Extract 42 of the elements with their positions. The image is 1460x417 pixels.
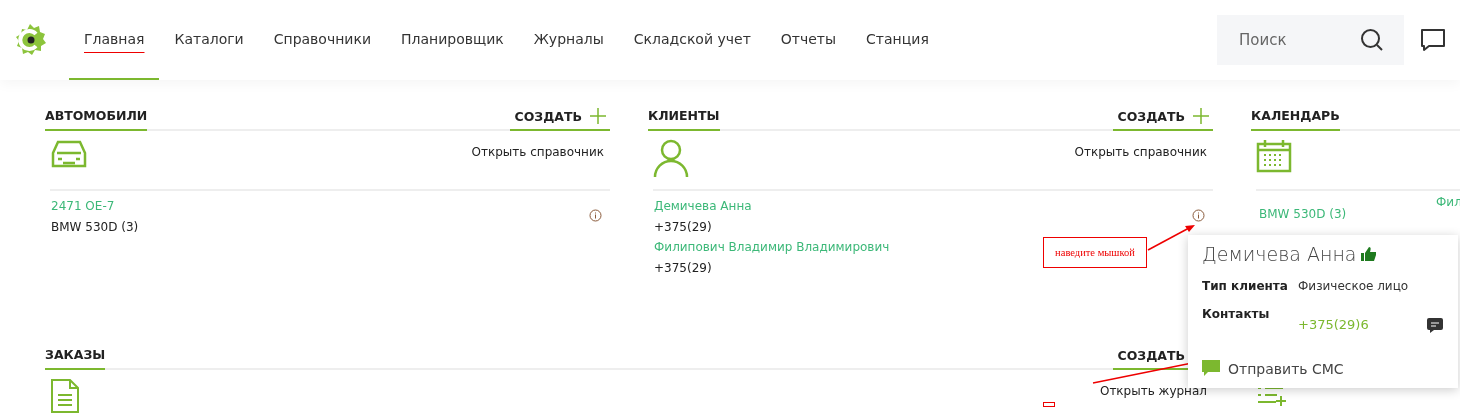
nav-tab[interactable]: Планировщик [386, 0, 519, 80]
info-icon[interactable] [589, 209, 602, 222]
nav-tab[interactable]: Главная [69, 0, 160, 80]
open-journal-link[interactable]: Открыть журнал [1099, 384, 1207, 417]
section-title: АВТОМОБИЛИ [45, 108, 148, 131]
field-label: Тип клиента [1202, 279, 1289, 293]
field-value: +375(29)6 [1298, 317, 1369, 332]
item-subtitle: BMW 530D (3) [51, 220, 139, 234]
calendar-icon [1256, 139, 1292, 173]
nav-tab[interactable]: Отчеты [765, 0, 852, 80]
search-field[interactable]: Поиск [1217, 15, 1404, 65]
nav-tab[interactable]: Справочники [258, 0, 386, 80]
annotation-label: наведите мышкой [1043, 237, 1147, 268]
section-title: КАЛЕНДАРЬ [1251, 108, 1340, 131]
field-label: Контакты [1202, 307, 1271, 321]
nav-tab[interactable]: Складской учет [618, 0, 766, 80]
section-title: КЛИЕНТЫ [648, 108, 720, 131]
person-icon [653, 139, 689, 177]
logo-icon [14, 23, 46, 57]
annotation-mark [1043, 402, 1055, 407]
item-subtitle: +375(29) [654, 261, 713, 275]
open-directory-link[interactable]: Открыть справочник [1074, 145, 1207, 189]
thumbs-up-icon [1360, 247, 1377, 261]
document-icon [50, 378, 80, 414]
nav-tab[interactable]: Журналы [518, 0, 619, 80]
plus-icon [1193, 108, 1209, 124]
section-title: ЗАКАЗЫ [45, 347, 106, 370]
open-directory-link[interactable]: Открыть справочник [471, 145, 604, 189]
item-subtitle: +375(29) [654, 220, 713, 234]
create-button[interactable]: СОЗДАТЬ [1113, 108, 1213, 131]
message-icon[interactable] [1426, 317, 1444, 334]
nav-tab[interactable]: Станция [851, 0, 944, 80]
popup-name: Демичева Анна [1202, 243, 1357, 265]
nav-tab[interactable]: Каталоги [159, 0, 259, 80]
plus-icon [590, 108, 606, 124]
search-icon[interactable] [1360, 28, 1384, 52]
create-button[interactable]: СОЗДАТЬ [510, 108, 610, 131]
chat-icon[interactable] [1420, 28, 1446, 52]
field-value: Физическое лицо [1298, 279, 1409, 293]
annotation-arrow [1147, 222, 1197, 252]
info-icon[interactable] [1192, 209, 1205, 222]
message-icon [1202, 360, 1220, 377]
